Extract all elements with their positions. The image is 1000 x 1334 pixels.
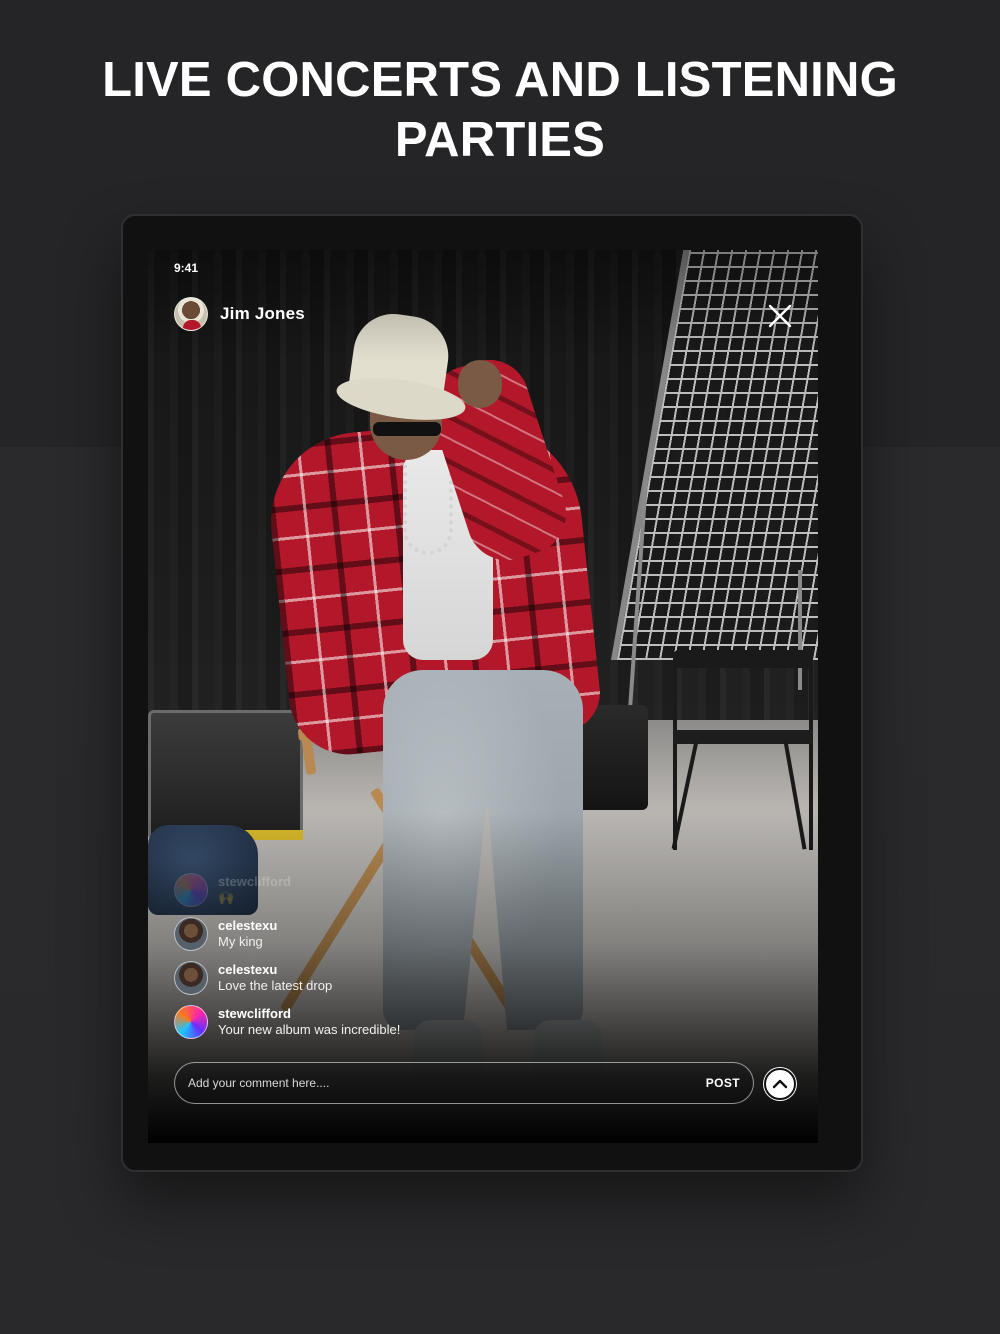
hand (458, 360, 502, 408)
comment-message: Your new album was incredible! (218, 1022, 401, 1037)
comment-feed: stewclifford 🙌 celestexu My king celeste… (174, 868, 594, 1044)
close-icon (768, 304, 792, 328)
close-button[interactable] (766, 302, 794, 330)
page-headline: LIVE CONCERTS AND LISTENING PARTIES (0, 50, 1000, 170)
chevron-up-icon (772, 1079, 788, 1089)
comment-item: stewclifford 🙌 (174, 868, 594, 912)
comment-bar: POST (174, 1062, 754, 1104)
comment-item: celestexu My king (174, 912, 594, 956)
commenter-avatar[interactable] (174, 961, 208, 995)
commenter-avatar[interactable] (174, 873, 208, 907)
scroll-up-button[interactable] (764, 1068, 796, 1100)
comment-message: Love the latest drop (218, 978, 333, 993)
headline-line-2: PARTIES (394, 113, 606, 167)
sunglasses (373, 422, 441, 436)
chain-necklace (403, 465, 453, 555)
comment-username[interactable]: stewclifford (218, 874, 291, 890)
comment-username[interactable]: celestexu (218, 962, 332, 978)
comment-message: My king (218, 934, 263, 949)
commenter-avatar[interactable] (174, 1005, 208, 1039)
live-stream-screen: 9:41 Jim Jones stewclifford 🙌 celestexu … (148, 250, 818, 1143)
comment-username[interactable]: celestexu (218, 918, 277, 934)
comment-message: 🙌 (218, 890, 235, 905)
host-avatar[interactable] (174, 297, 208, 331)
comment-item: stewclifford Your new album was incredib… (174, 1000, 594, 1044)
host-name[interactable]: Jim Jones (220, 304, 305, 324)
post-button[interactable]: POST (706, 1076, 740, 1090)
headline-line-1: LIVE CONCERTS AND LISTENING (102, 53, 898, 107)
host-profile[interactable]: Jim Jones (174, 297, 305, 331)
comment-username[interactable]: stewclifford (218, 1006, 400, 1022)
comment-item: celestexu Love the latest drop (174, 956, 594, 1000)
commenter-avatar[interactable] (174, 917, 208, 951)
status-bar-time: 9:41 (174, 261, 199, 275)
comment-input[interactable] (188, 1076, 658, 1090)
